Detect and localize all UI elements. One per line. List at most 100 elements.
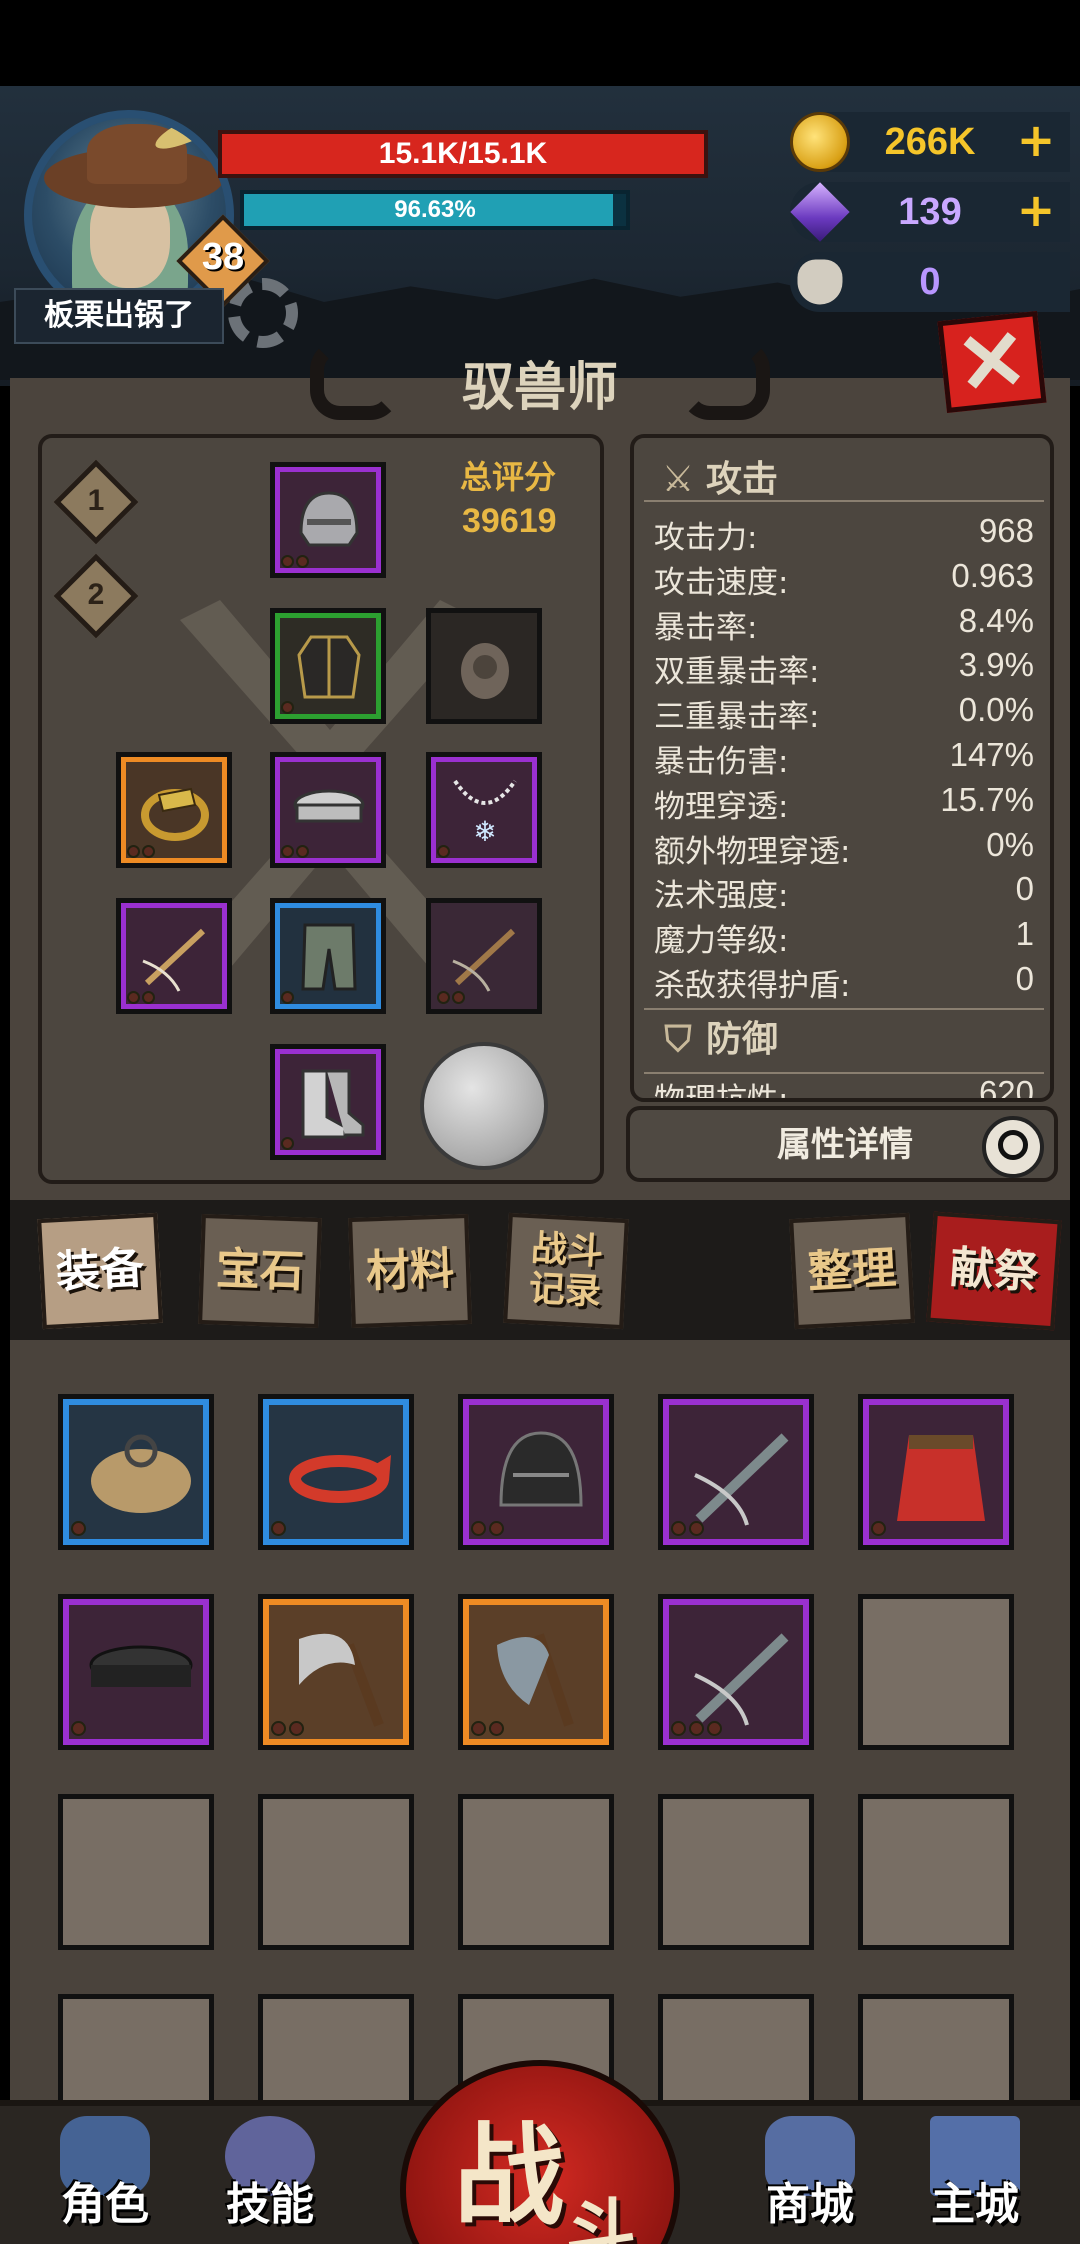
- total-score-label: 总评分: [460, 458, 557, 496]
- inventory-slot[interactable]: [258, 1394, 414, 1550]
- status-bar-area: [0, 0, 1080, 86]
- socket-gems: [281, 843, 311, 858]
- inventory-slot[interactable]: [58, 1594, 214, 1750]
- slot-off-weapon[interactable]: [426, 898, 542, 1014]
- slot-ring[interactable]: [116, 752, 232, 868]
- tab-label: 装备: [54, 1242, 146, 1299]
- skull-value: 0: [919, 261, 941, 303]
- battle-label-small: 斗: [566, 2191, 636, 2244]
- inventory-slot[interactable]: [858, 1394, 1014, 1550]
- stat-value: 0.963: [951, 556, 1034, 594]
- fur-cape-icon: [91, 1434, 191, 1513]
- inventory-slot-empty[interactable]: [858, 1794, 1014, 1950]
- tab-gems[interactable]: 宝石: [198, 1213, 322, 1329]
- crossbow-icon: [694, 1633, 789, 1726]
- currency-skull: 0: [790, 252, 1070, 312]
- red-skirt-icon: [897, 1435, 985, 1521]
- socket-gems: [281, 1135, 296, 1150]
- slot-necklace[interactable]: ❄: [426, 752, 542, 868]
- socket-gems: [471, 1721, 507, 1737]
- gold-coin-icon: [790, 112, 850, 172]
- nav-shop[interactable]: 商城: [735, 2108, 885, 2244]
- tab-materials[interactable]: 材料: [348, 1213, 472, 1329]
- close-button[interactable]: ✕: [937, 311, 1047, 413]
- slot-main-weapon[interactable]: [116, 898, 232, 1014]
- socket-gems: [71, 1721, 89, 1737]
- stat-label: 暴击率:: [654, 609, 758, 646]
- nav-label: 角色: [61, 2179, 149, 2230]
- ram-skull-icon: [797, 259, 843, 305]
- inventory-slot[interactable]: [58, 1394, 214, 1550]
- inventory-slot[interactable]: [258, 1594, 414, 1750]
- nav-character[interactable]: 角色: [30, 2108, 180, 2244]
- stat-value: 1: [1015, 915, 1034, 953]
- slot-pants[interactable]: [270, 898, 386, 1014]
- divider: [644, 1072, 1044, 1074]
- stat-row: 暴击伤害: 147%: [654, 736, 1034, 780]
- add-gold-button[interactable]: +: [1012, 117, 1060, 166]
- inventory-slot[interactable]: [458, 1594, 614, 1750]
- stat-label: 额外物理穿透:: [654, 833, 851, 870]
- stat-row: 攻击速度: 0.963: [654, 557, 1034, 601]
- stat-label: 法术强度:: [654, 878, 789, 915]
- crossbow-icon: [452, 928, 516, 992]
- nav-label: 主城: [931, 2179, 1019, 2230]
- tab-label: 献祭: [948, 1241, 1040, 1299]
- inventory-slot[interactable]: [458, 1394, 614, 1550]
- inventory-slot-empty[interactable]: [458, 1794, 614, 1950]
- gold-value: 266K: [884, 121, 976, 163]
- mp-bar: 96.63%: [240, 190, 630, 230]
- tab-equipment[interactable]: 装备: [37, 1212, 163, 1330]
- inventory-slot[interactable]: [658, 1394, 814, 1550]
- inventory-slot-empty[interactable]: [258, 1794, 414, 1950]
- nav-skills[interactable]: 技能: [195, 2108, 345, 2244]
- stat-value: 15.7%: [940, 780, 1034, 818]
- belt-icon: [293, 789, 365, 823]
- crossed-swords-icon: ⚔: [661, 459, 695, 500]
- wax-seal-icon[interactable]: [420, 1042, 548, 1170]
- magnifier-icon: [982, 1116, 1044, 1178]
- inventory-slot-empty[interactable]: [658, 1794, 814, 1950]
- stats-panel[interactable]: ⚔ 攻击 攻击力: 968 攻击速度: 0.963 暴击率: 8.4% 双重暴击率: 3.9% 三…: [630, 434, 1054, 1102]
- cape-placeholder-icon: [461, 643, 509, 699]
- stat-row: 法术强度: 0: [654, 870, 1034, 914]
- stat-value: 8.4%: [958, 601, 1034, 639]
- slot-belt[interactable]: [270, 752, 386, 868]
- stat-value: 968: [978, 512, 1034, 549]
- stat-label: 杀敌获得护盾:: [654, 968, 851, 1004]
- stat-row: 三重暴击率: 0.0%: [654, 691, 1034, 735]
- slot-cape-empty[interactable]: [426, 608, 542, 724]
- attack-header: ⚔ 攻击: [658, 450, 778, 502]
- inventory-slot[interactable]: [858, 1594, 1014, 1750]
- player-name: 板栗出锅了: [14, 288, 224, 344]
- stat-label: 攻击速度:: [654, 564, 789, 601]
- slot-armor[interactable]: [270, 608, 386, 724]
- stat-row: 物理抗性: 620: [654, 1074, 1034, 1102]
- nav-label: 商城: [766, 2179, 854, 2230]
- loadout-2-label: 2: [87, 578, 105, 611]
- sort-button[interactable]: 整理: [789, 1212, 915, 1330]
- attribute-details-button[interactable]: 属性详情: [626, 1106, 1058, 1182]
- socket-gems: [281, 989, 296, 1004]
- slot-helmet[interactable]: [270, 462, 386, 578]
- tab-label: 材料: [365, 1243, 455, 1298]
- black-belt-icon: [89, 1645, 193, 1687]
- tab-battle-log[interactable]: 战斗 记录: [503, 1212, 629, 1330]
- tab-label: 整理: [806, 1242, 898, 1299]
- inventory-slot[interactable]: [658, 1594, 814, 1750]
- slot-boots[interactable]: [270, 1044, 386, 1160]
- crossbow-icon: [694, 1433, 789, 1526]
- nav-city[interactable]: 主城: [900, 2108, 1050, 2244]
- knight-helmet-icon: [499, 1431, 583, 1507]
- inventory-slot-empty[interactable]: [58, 1794, 214, 1950]
- close-icon: ✕: [952, 311, 1032, 413]
- loadout-1-label: 1: [87, 484, 105, 517]
- socket-gems: [871, 1521, 889, 1537]
- add-gem-button[interactable]: +: [1012, 187, 1060, 236]
- mp-bar-text: 96.63%: [394, 196, 476, 223]
- currency-gold: 266K +: [790, 112, 1070, 172]
- sacrifice-button[interactable]: 献祭: [926, 1211, 1062, 1331]
- stat-label: 物理抗性:: [654, 1082, 789, 1102]
- socket-gems: [127, 843, 157, 858]
- attack-header-label: 攻击: [706, 459, 779, 500]
